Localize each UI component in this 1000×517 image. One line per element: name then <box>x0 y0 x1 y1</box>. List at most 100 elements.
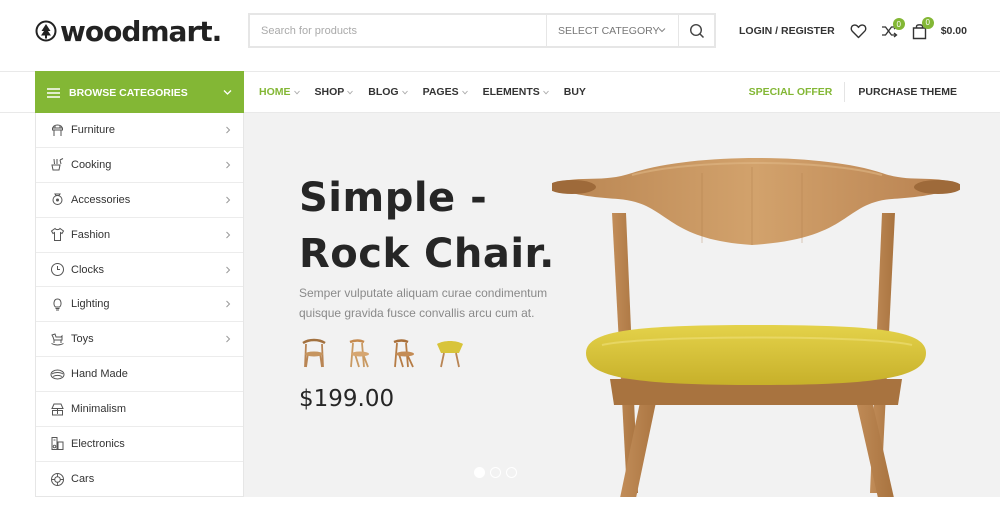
accessories-icon <box>49 192 65 208</box>
nav-item-label: Pages <box>422 86 459 98</box>
sidebar-item-furniture[interactable]: Furniture <box>36 113 243 148</box>
rock-chair-image <box>552 158 960 497</box>
chair-icon <box>49 122 65 138</box>
electronics-icon <box>49 436 65 452</box>
chevron-right-icon <box>226 161 231 169</box>
nav-item-label: Buy <box>563 86 586 98</box>
categories-sidebar: Furniture Cooking Accessories Fashion Cl… <box>35 113 244 497</box>
sidebar-item-label: Fashion <box>71 228 111 241</box>
hero-description: Semper vulputate aliquam curae condiment… <box>299 286 548 320</box>
sidebar-item-toys[interactable]: Toys <box>36 322 243 358</box>
nav-item-home[interactable]: Home <box>259 86 300 98</box>
shirt-icon <box>49 227 65 243</box>
nav-item-label: Elements <box>482 86 540 98</box>
variant-chair-icon[interactable] <box>389 337 419 371</box>
nav-item-elements[interactable]: Elements <box>483 86 549 98</box>
nav-item-label: Home <box>259 86 291 98</box>
chevron-down-icon <box>401 90 408 94</box>
nav-item-pages[interactable]: Pages <box>423 86 468 98</box>
product-variants <box>299 337 479 371</box>
search-button[interactable] <box>678 15 714 46</box>
cart-count-badge: 0 <box>921 16 934 29</box>
search-bar: Select category <box>248 13 716 48</box>
menu-icon <box>47 87 60 98</box>
cart-button[interactable]: 0 <box>912 16 934 40</box>
sidebar-item-minimalism[interactable]: Minimalism <box>36 392 243 428</box>
wheel-icon <box>49 471 65 487</box>
sidebar-item-label: Cooking <box>71 158 112 171</box>
category-select[interactable]: Select category <box>546 15 678 46</box>
search-input[interactable] <box>250 15 546 46</box>
nav-item-buy[interactable]: Buy <box>564 86 586 98</box>
logo-text: woodmart. <box>60 14 222 48</box>
nav-item-blog[interactable]: Blog <box>368 86 408 98</box>
hero-title-line: Simple - <box>299 175 488 221</box>
cart-total[interactable]: $0.00 <box>941 25 967 37</box>
compare-count-badge: 0 <box>892 18 905 30</box>
sidebar-item-fashion[interactable]: Fashion <box>36 218 243 253</box>
hero-title-line: Rock Chair. <box>299 231 555 277</box>
nav-item-label: Shop <box>314 86 345 98</box>
category-select-label: Select category <box>558 24 660 37</box>
wishlist-button[interactable] <box>850 23 867 39</box>
search-icon <box>689 23 704 38</box>
nav-item-shop[interactable]: Shop <box>315 86 354 98</box>
browse-categories-button[interactable]: Browse Categories <box>35 71 244 114</box>
sidebar-item-label: Clocks <box>71 263 105 276</box>
secondary-menu: Special Offer Purchase Theme <box>749 72 957 112</box>
chevron-down-icon <box>293 90 300 94</box>
sidebar-item-electronics[interactable]: Electronics <box>36 427 243 462</box>
purchase-theme-link[interactable]: Purchase Theme <box>858 86 957 98</box>
site-logo[interactable]: woodmart. <box>35 14 222 48</box>
browse-categories-label: Browse Categories <box>69 86 188 99</box>
bulb-icon <box>49 296 65 312</box>
toy-horse-icon <box>49 331 65 347</box>
sidebar-item-label: Lighting <box>71 298 110 311</box>
chevron-down-icon <box>461 90 468 94</box>
variant-chair-icon[interactable] <box>344 337 374 371</box>
cooking-icon <box>49 157 65 173</box>
sidebar-item-label: Accessories <box>71 193 131 206</box>
heart-icon <box>850 24 867 39</box>
slider-dot[interactable] <box>490 467 501 478</box>
chevron-down-icon <box>542 90 549 94</box>
tree-logo-icon <box>35 20 57 42</box>
chevron-right-icon <box>226 335 231 343</box>
sidebar-item-cars[interactable]: Cars <box>36 462 243 497</box>
sidebar-item-label: Minimalism <box>71 403 126 416</box>
hero-title: Simple - Rock Chair. <box>299 170 555 282</box>
chevron-right-icon <box>226 266 231 273</box>
clock-icon <box>49 262 65 278</box>
main-menu: Home Shop Blog Pages Elements Buy <box>259 72 601 112</box>
sidebar-item-label: Toys <box>71 333 94 346</box>
chevron-right-icon <box>226 196 231 204</box>
hero-price: $199.00 <box>299 386 395 412</box>
main-navigation-bar: Browse Categories Home Shop Blog Pages E… <box>0 71 1000 114</box>
site-header: woodmart. Select category Login / Regist… <box>0 0 1000 72</box>
chevron-right-icon <box>226 231 231 239</box>
special-offer-link[interactable]: Special Offer <box>749 82 846 102</box>
sidebar-item-accessories[interactable]: Accessories <box>36 183 243 218</box>
chevron-right-icon <box>226 126 231 134</box>
chevron-down-icon <box>223 90 232 95</box>
hero-slider[interactable]: Simple - Rock Chair. Semper vulputate al… <box>244 113 1000 497</box>
login-register-link[interactable]: Login / Register <box>739 25 835 37</box>
slider-dot[interactable] <box>474 467 485 478</box>
yarn-icon <box>49 366 65 382</box>
compare-button[interactable]: 0 <box>881 18 905 38</box>
slider-dot[interactable] <box>506 467 517 478</box>
sidebar-item-clocks[interactable]: Clocks <box>36 253 243 288</box>
sidebar-item-cooking[interactable]: Cooking <box>36 148 243 183</box>
slider-pagination <box>474 467 522 478</box>
variant-chair-icon[interactable] <box>299 337 329 371</box>
variant-chair-icon[interactable] <box>434 337 464 371</box>
sidebar-item-lighting[interactable]: Lighting <box>36 287 243 323</box>
nav-item-label: Blog <box>368 86 399 98</box>
lamp-icon <box>49 401 65 417</box>
sidebar-item-label: Cars <box>71 473 95 486</box>
sidebar-item-label: Hand Made <box>71 368 128 381</box>
sidebar-item-label: Electronics <box>71 437 125 450</box>
chevron-down-icon <box>658 28 666 33</box>
sidebar-item-label: Furniture <box>71 123 116 136</box>
sidebar-item-hand-made[interactable]: Hand Made <box>36 357 243 393</box>
